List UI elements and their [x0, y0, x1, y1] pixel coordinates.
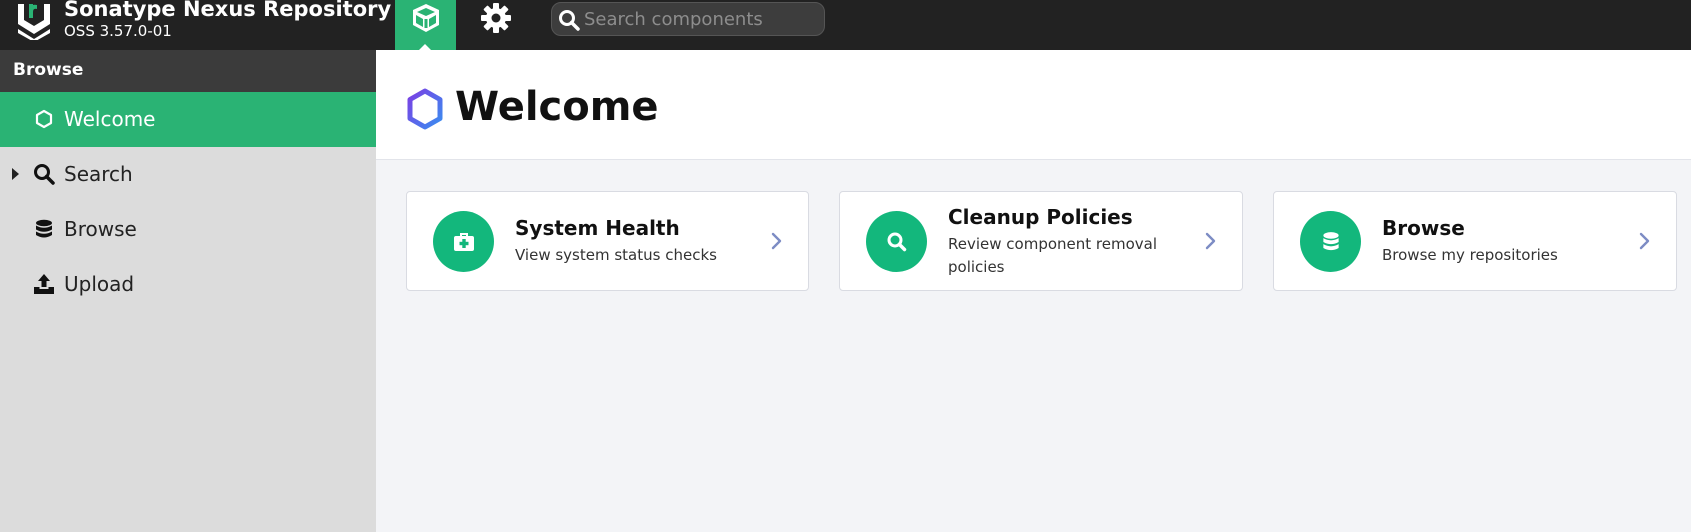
app-version: OSS 3.57.0-01 — [64, 22, 172, 40]
system-health-card[interactable]: System Health View system status checks — [406, 191, 809, 291]
hexagon-icon — [35, 109, 53, 129]
sidebar-item-browse[interactable]: Browse — [0, 202, 376, 257]
sidebar-item-label: Search — [64, 162, 133, 186]
top-header: Sonatype Nexus Repository OSS 3.57.0-01 — [0, 0, 1691, 50]
browse-card[interactable]: Browse Browse my repositories — [1273, 191, 1677, 291]
card-description: View system status checks — [515, 246, 717, 264]
sidebar-item-label: Welcome — [64, 107, 156, 131]
upload-icon — [34, 274, 54, 294]
main-content: Welcome System Health View system status… — [376, 50, 1691, 532]
chevron-right-icon — [1639, 232, 1650, 250]
sidebar-heading: Browse — [0, 50, 376, 92]
card-title: Browse — [1382, 216, 1465, 240]
sidebar-item-search[interactable]: Search — [0, 147, 376, 202]
cube-icon — [412, 4, 439, 32]
administration-button[interactable] — [478, 0, 514, 36]
expand-arrow-icon[interactable] — [12, 168, 19, 180]
chevron-right-icon — [771, 232, 782, 250]
gear-icon — [481, 3, 511, 33]
sidebar-item-label: Browse — [64, 217, 137, 241]
chevron-right-icon — [1205, 232, 1216, 250]
card-description: Browse my repositories — [1382, 246, 1558, 264]
app-title: Sonatype Nexus Repository — [64, 0, 392, 21]
card-description: Review component removal policies — [948, 235, 1158, 276]
database-icon — [36, 219, 52, 238]
nexus-logo-icon — [18, 4, 50, 40]
page-title: Welcome — [455, 84, 659, 130]
sidebar: Browse Welcome Search Browse Upload — [0, 50, 376, 532]
card-title: System Health — [515, 216, 680, 240]
page-title-bar: Welcome — [376, 50, 1691, 160]
database-icon — [1322, 231, 1339, 250]
card-icon-circle — [433, 211, 494, 272]
card-icon-circle — [866, 211, 927, 272]
sidebar-item-upload[interactable]: Upload — [0, 257, 376, 312]
hexagon-icon — [407, 88, 443, 130]
sidebar-item-label: Upload — [64, 272, 135, 296]
search-icon — [34, 164, 55, 185]
card-icon-circle — [1300, 211, 1361, 272]
search-components-box[interactable] — [551, 2, 825, 36]
browse-mode-button[interactable] — [395, 0, 456, 50]
search-icon — [559, 10, 580, 31]
search-components-input[interactable] — [584, 7, 814, 31]
sidebar-item-welcome[interactable]: Welcome — [0, 92, 376, 147]
first-aid-kit-icon — [453, 232, 474, 251]
card-title: Cleanup Policies — [948, 205, 1133, 229]
search-icon — [887, 232, 906, 251]
cleanup-policies-card[interactable]: Cleanup Policies Review component remova… — [839, 191, 1243, 291]
